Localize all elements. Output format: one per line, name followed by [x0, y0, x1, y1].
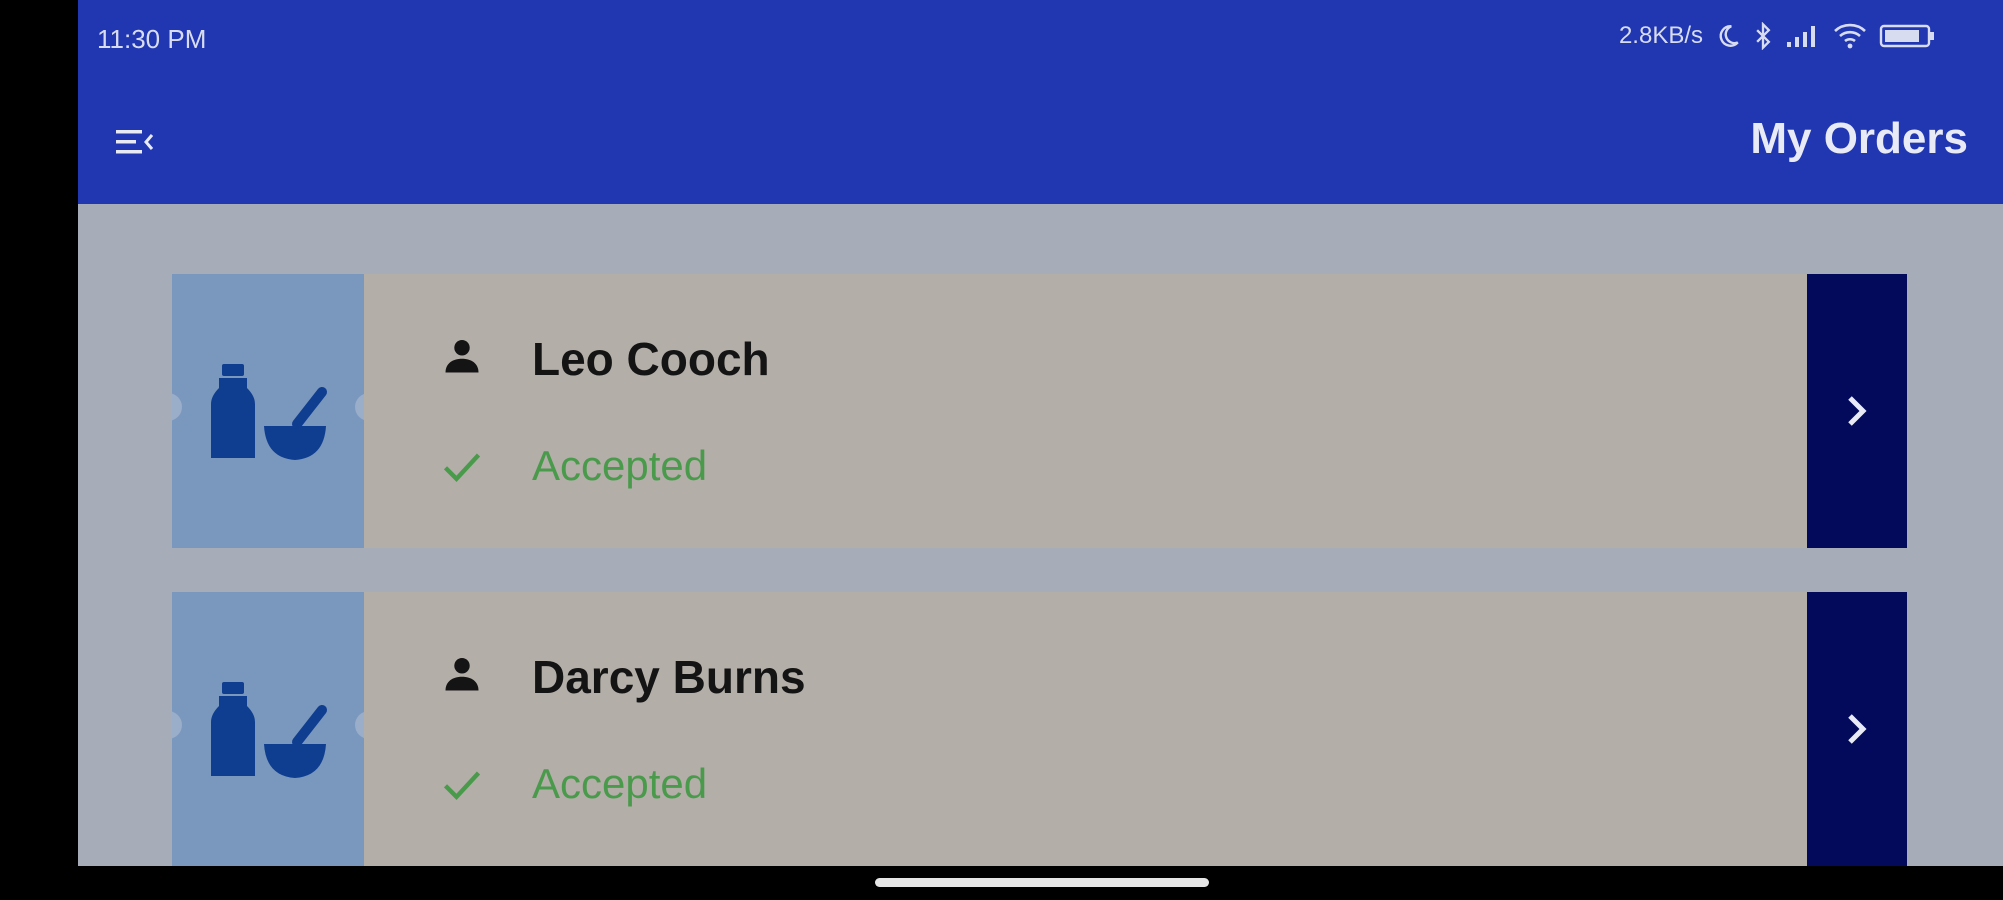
order-thumbnail: [172, 274, 364, 548]
order-card[interactable]: Leo Cooch Accepted: [172, 274, 1907, 548]
check-icon: [443, 771, 481, 801]
pharmacy-icon: [172, 364, 364, 460]
pharmacy-icon: [172, 682, 364, 778]
app-screen: 11:30 PM 2.8KB/s My Orders Leo Cooch Acc…: [78, 0, 2003, 866]
net-speed: 2.8KB/s: [1618, 22, 1703, 49]
menu-button[interactable]: [112, 120, 156, 164]
chevron-right-icon: [1848, 396, 1867, 426]
signal-icon: [1787, 26, 1815, 47]
bluetooth-icon: [1756, 22, 1771, 50]
customer-name: Leo Cooch: [532, 333, 770, 385]
check-icon: [443, 453, 481, 483]
order-info: Darcy Burns Accepted: [364, 592, 1807, 866]
home-indicator[interactable]: [875, 878, 1209, 887]
app-bar: 11:30 PM 2.8KB/s My Orders: [78, 0, 2003, 204]
moon-icon: [1719, 25, 1739, 47]
status-icons: 2.8KB/s: [1619, 22, 1937, 50]
wifi-icon: [1834, 23, 1866, 49]
page-title: My Orders: [1750, 114, 1968, 163]
chevron-right-icon: [1848, 714, 1867, 744]
open-order-button[interactable]: [1807, 274, 1907, 548]
order-status: Accepted: [532, 760, 708, 807]
menu-icon: [116, 130, 154, 154]
battery-icon: [1879, 24, 1934, 48]
person-icon: [445, 340, 479, 373]
order-info: Leo Cooch Accepted: [364, 274, 1807, 548]
order-card[interactable]: Darcy Burns Accepted: [172, 592, 1907, 866]
open-order-button[interactable]: [1807, 592, 1907, 866]
order-status: Accepted: [532, 442, 708, 489]
customer-name: Darcy Burns: [532, 651, 806, 703]
status-time: 11:30 PM: [97, 24, 207, 54]
person-icon: [445, 658, 479, 691]
order-thumbnail: [172, 592, 364, 866]
